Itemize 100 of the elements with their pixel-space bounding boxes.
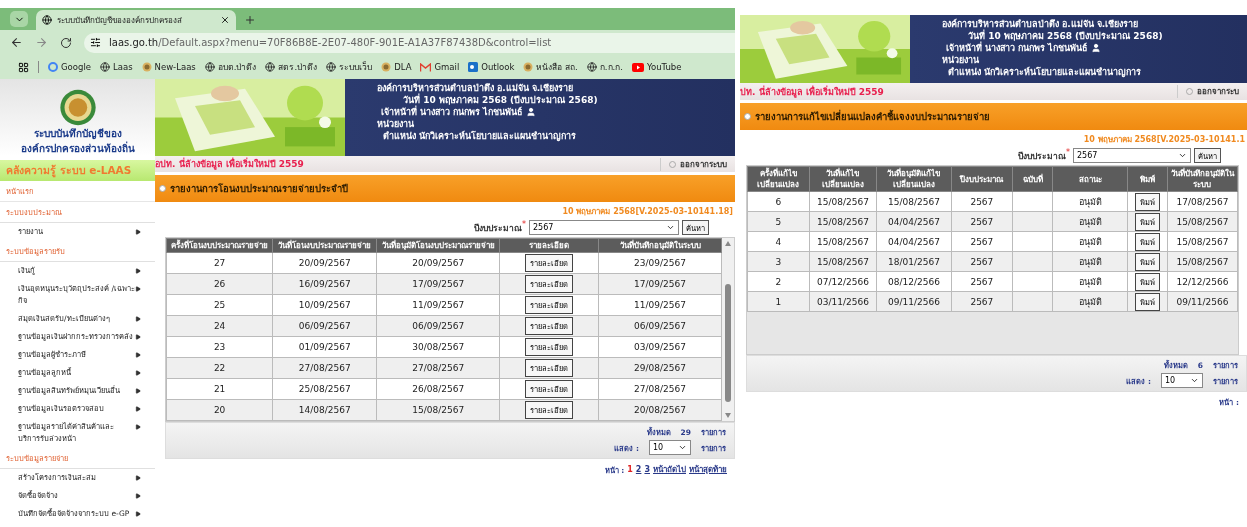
table-cell: 3: [747, 251, 809, 272]
reload-button[interactable]: [60, 36, 72, 49]
page-size-select[interactable]: 10: [1161, 373, 1203, 388]
bookmark-link[interactable]: Laas: [100, 62, 133, 72]
notice-text: อปท. นี่ล้างข้อมูล เพื่อเริ่มใหม่ปี 2559: [155, 157, 304, 171]
seal-icon: [381, 62, 392, 72]
bookmark-link[interactable]: หนังสือ สถ.: [523, 60, 578, 74]
scroll-down-icon[interactable]: [725, 413, 731, 418]
triangle-right-icon: [135, 229, 141, 235]
browser-tab[interactable]: ระบบบันทึกบัญชีขององค์กรปกครองส่: [36, 10, 236, 30]
bookmark-link[interactable]: DLA: [381, 62, 412, 72]
table-cell: 26: [166, 273, 273, 295]
column-header: รายละเอียด: [499, 238, 599, 253]
chevron-down-icon: [1190, 376, 1199, 385]
last-page-link[interactable]: หน้าสุดท้าย: [689, 463, 727, 476]
google-icon: [48, 62, 58, 72]
triangle-right-icon: [135, 406, 141, 412]
scroll-up-icon[interactable]: [725, 241, 731, 246]
seal-icon: [523, 62, 534, 72]
year-select[interactable]: 2567: [1073, 148, 1191, 163]
table-cell: 4: [747, 231, 809, 252]
new-tab-button[interactable]: [244, 14, 256, 26]
triangle-right-icon: [135, 370, 141, 376]
plus-icon: [244, 14, 256, 26]
back-button[interactable]: [10, 36, 23, 49]
table-cell: 20: [166, 399, 273, 421]
next-page-link[interactable]: หน้าถัดไป: [653, 463, 686, 476]
scrollbar[interactable]: [722, 238, 734, 421]
year-select[interactable]: 2567: [529, 220, 679, 235]
table-cell: 2: [747, 271, 809, 292]
globe-icon: [586, 62, 597, 72]
triangle-right-icon: [135, 316, 141, 322]
date-line: วันที่ 10 พฤษภาคม 2568 (ปีงบประมาณ 2568): [967, 30, 1164, 41]
circle-icon: [744, 113, 751, 120]
close-icon[interactable]: [220, 15, 230, 25]
unit-label: หน่วยงาน: [377, 118, 415, 130]
page-link[interactable]: 2: [635, 465, 642, 474]
notice-text: ปท. นี่ล้างข้อมูล เพื่อเริ่มใหม่ปี 2559: [740, 84, 884, 99]
officer-name: เจ้าหน้าที่ นางสาว กนกพร ไกชนพันธ์: [946, 42, 1088, 54]
table-cell: 25: [166, 294, 273, 316]
bookmark-link[interactable]: ระบบเว็บ: [326, 60, 373, 74]
column-header: พิมพ์: [1127, 166, 1168, 192]
table-cell: 27: [166, 252, 273, 274]
table-cell: 21: [166, 378, 273, 400]
seal-icon: [141, 62, 152, 72]
triangle-right-icon: [135, 286, 141, 292]
triangle-right-icon: [135, 493, 141, 499]
site-settings-icon[interactable]: [90, 37, 101, 48]
version-text: 10 พฤษภาคม 2568[V.2025-03-10141.18]: [561, 206, 734, 218]
page-link[interactable]: 1: [627, 465, 633, 474]
bookmark-link[interactable]: New-Laas: [141, 62, 196, 72]
table-cell: 1: [747, 291, 809, 312]
outlook-icon: [468, 62, 479, 72]
bookmark-link[interactable]: ก.ก.ก.: [586, 60, 623, 74]
triangle-right-icon: [135, 268, 141, 274]
required-mark: *: [1066, 148, 1070, 157]
apps-icon[interactable]: [18, 61, 29, 73]
column-header: วันที่อนุมัติแก้ไขเปลี่ยนแปลง: [876, 166, 952, 192]
year-label: ปีงบประมาณ: [1018, 150, 1066, 163]
page-size-select[interactable]: 10: [649, 440, 691, 455]
chevron-down-icon: [666, 223, 675, 232]
bookmark-link[interactable]: Outlook: [468, 62, 515, 72]
bookmark-link[interactable]: Google: [48, 62, 91, 72]
triangle-right-icon: [135, 511, 141, 517]
triangle-right-icon: [135, 424, 141, 430]
reload-icon: [60, 36, 72, 49]
forward-button[interactable]: [35, 36, 48, 49]
report-title: รายงานการแก้ไขเปลี่ยนแปลงคำชี้แจงงบประมาณรายจ่าย: [755, 109, 990, 124]
column-header: วันที่บันทึกอนุมัติในระบบ: [1167, 166, 1238, 192]
triangle-right-icon: [135, 388, 141, 394]
column-header: ปีงบประมาณ: [951, 166, 1013, 192]
column-header: วันที่อนุมัติโอนงบประมาณรายจ่าย: [376, 238, 500, 253]
arrow-left-icon: [10, 36, 23, 49]
globe-icon: [42, 15, 52, 25]
circle-icon: [159, 185, 166, 192]
table-cell: 24: [166, 315, 273, 337]
table-cell: 23: [166, 336, 273, 358]
user-icon: [526, 107, 537, 117]
bookmark-link[interactable]: Gmail: [420, 62, 460, 72]
officer-name: เจ้าหน้าที่ นางสาว กนกพร ไกชนพันธ์: [381, 106, 523, 118]
logout-link[interactable]: ออกจากระบบ: [660, 157, 735, 171]
unit-label: หน่วยงาน: [942, 54, 980, 66]
column-header: วันที่โอนงบประมาณรายจ่าย: [272, 238, 377, 253]
column-header: ครั้งที่แก้ไขเปลี่ยนแปลง: [747, 166, 809, 192]
chevron-down-icon: [678, 443, 687, 452]
bookmark-link[interactable]: YouTube: [631, 62, 682, 72]
org-name: องค์การบริหารส่วนตำบลป่าตึง อ.แม่จัน จ.เชียงราย: [942, 18, 1140, 29]
column-header: ครั้งที่โอนงบประมาณรายจ่าย: [166, 238, 273, 253]
tab-list-button[interactable]: [10, 11, 28, 27]
column-header: วันที่บันทึกอนุมัติในระบบ: [598, 238, 722, 253]
page-link[interactable]: 3: [644, 465, 650, 474]
required-mark: *: [522, 220, 526, 229]
table-cell: 6: [747, 191, 809, 212]
url-field[interactable]: laas.go.th/Default.aspx?menu=70F86B8E-2E07-480F-901E-A1A37F87438D&control=list: [84, 32, 735, 53]
bookmark-link[interactable]: สตร.ป่าตึง: [265, 60, 318, 74]
logout-link[interactable]: ออกจากระบ: [1177, 85, 1247, 98]
version-text: 10 พฤษภาคม 2568[V.2025-03-10141.1: [1082, 134, 1246, 146]
column-header: สถานะ: [1052, 166, 1128, 192]
table-cell: 22: [166, 357, 273, 379]
bookmark-link[interactable]: อบต.ป่าตึง: [204, 60, 257, 74]
